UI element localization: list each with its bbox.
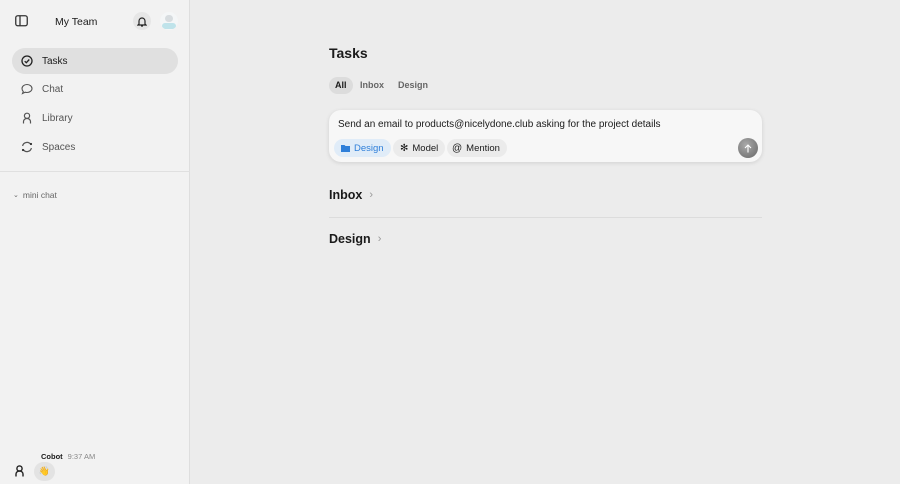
divider	[0, 171, 190, 172]
send-button[interactable]	[738, 138, 758, 158]
arrow-up-icon	[744, 143, 752, 152]
chat-bubble-icon	[21, 83, 33, 95]
chip-label: Model	[412, 142, 439, 154]
sidebar: My Team Tasks Chat Library Spaces ⌄ mini…	[0, 0, 190, 484]
tab-inbox[interactable]: Inbox	[354, 77, 390, 94]
sidebar-item-chat[interactable]: Chat	[12, 76, 178, 102]
section-title: Inbox	[329, 188, 363, 202]
sidebar-item-label: Chat	[42, 83, 64, 95]
tab-design[interactable]: Design	[392, 77, 434, 94]
section-inbox[interactable]: Inbox ›	[329, 188, 373, 202]
refresh-icon	[21, 141, 33, 153]
divider	[329, 217, 762, 218]
page-title: Tasks	[329, 45, 368, 61]
sidebar-item-label: Spaces	[42, 141, 76, 153]
chevron-right-icon: ›	[377, 233, 382, 245]
chip-label: Design	[354, 142, 384, 154]
check-circle-icon	[21, 55, 33, 67]
task-composer[interactable]: Send an email to products@nicelydone.clu…	[329, 110, 762, 162]
chat-message-header: Cobot 9:37 AM	[41, 452, 95, 461]
chevron-down-icon: ⌄	[13, 192, 19, 199]
message-time: 9:37 AM	[67, 452, 96, 461]
person-icon	[15, 465, 24, 477]
sidebar-toggle-icon[interactable]	[15, 15, 28, 27]
sparkle-icon: ✻	[400, 142, 409, 154]
section-title: Design	[329, 232, 371, 246]
avatar[interactable]	[160, 12, 178, 30]
bell-icon	[137, 16, 147, 27]
message-bubble: 👋	[34, 462, 55, 481]
composer-input[interactable]: Send an email to products@nicelydone.clu…	[338, 119, 661, 130]
message-author: Cobot	[41, 452, 63, 461]
sidebar-item-spaces[interactable]: Spaces	[12, 134, 178, 160]
tab-all[interactable]: All	[329, 77, 353, 94]
person-icon	[22, 112, 32, 124]
sidebar-item-library[interactable]: Library	[12, 105, 178, 131]
sidebar-item-tasks[interactable]: Tasks	[12, 48, 178, 74]
model-chip[interactable]: ✻ Model	[393, 139, 446, 157]
chip-label: Mention	[466, 142, 500, 154]
chevron-right-icon: ›	[369, 189, 374, 201]
sidebar-item-label: Library	[42, 112, 73, 124]
at-icon: @	[452, 142, 463, 154]
sidebar-item-label: Tasks	[42, 55, 68, 67]
design-chip[interactable]: Design	[334, 139, 391, 157]
folder-icon	[341, 145, 350, 152]
mention-chip[interactable]: @ Mention	[447, 139, 507, 157]
team-name[interactable]: My Team	[55, 16, 97, 28]
section-design[interactable]: Design ›	[329, 232, 381, 246]
notifications-button[interactable]	[133, 12, 151, 30]
mini-chat-label: mini chat	[22, 190, 57, 200]
mini-chat-toggle[interactable]: ⌄ mini chat	[13, 190, 57, 200]
main-content: Tasks All Inbox Design Send an email to …	[191, 0, 900, 484]
